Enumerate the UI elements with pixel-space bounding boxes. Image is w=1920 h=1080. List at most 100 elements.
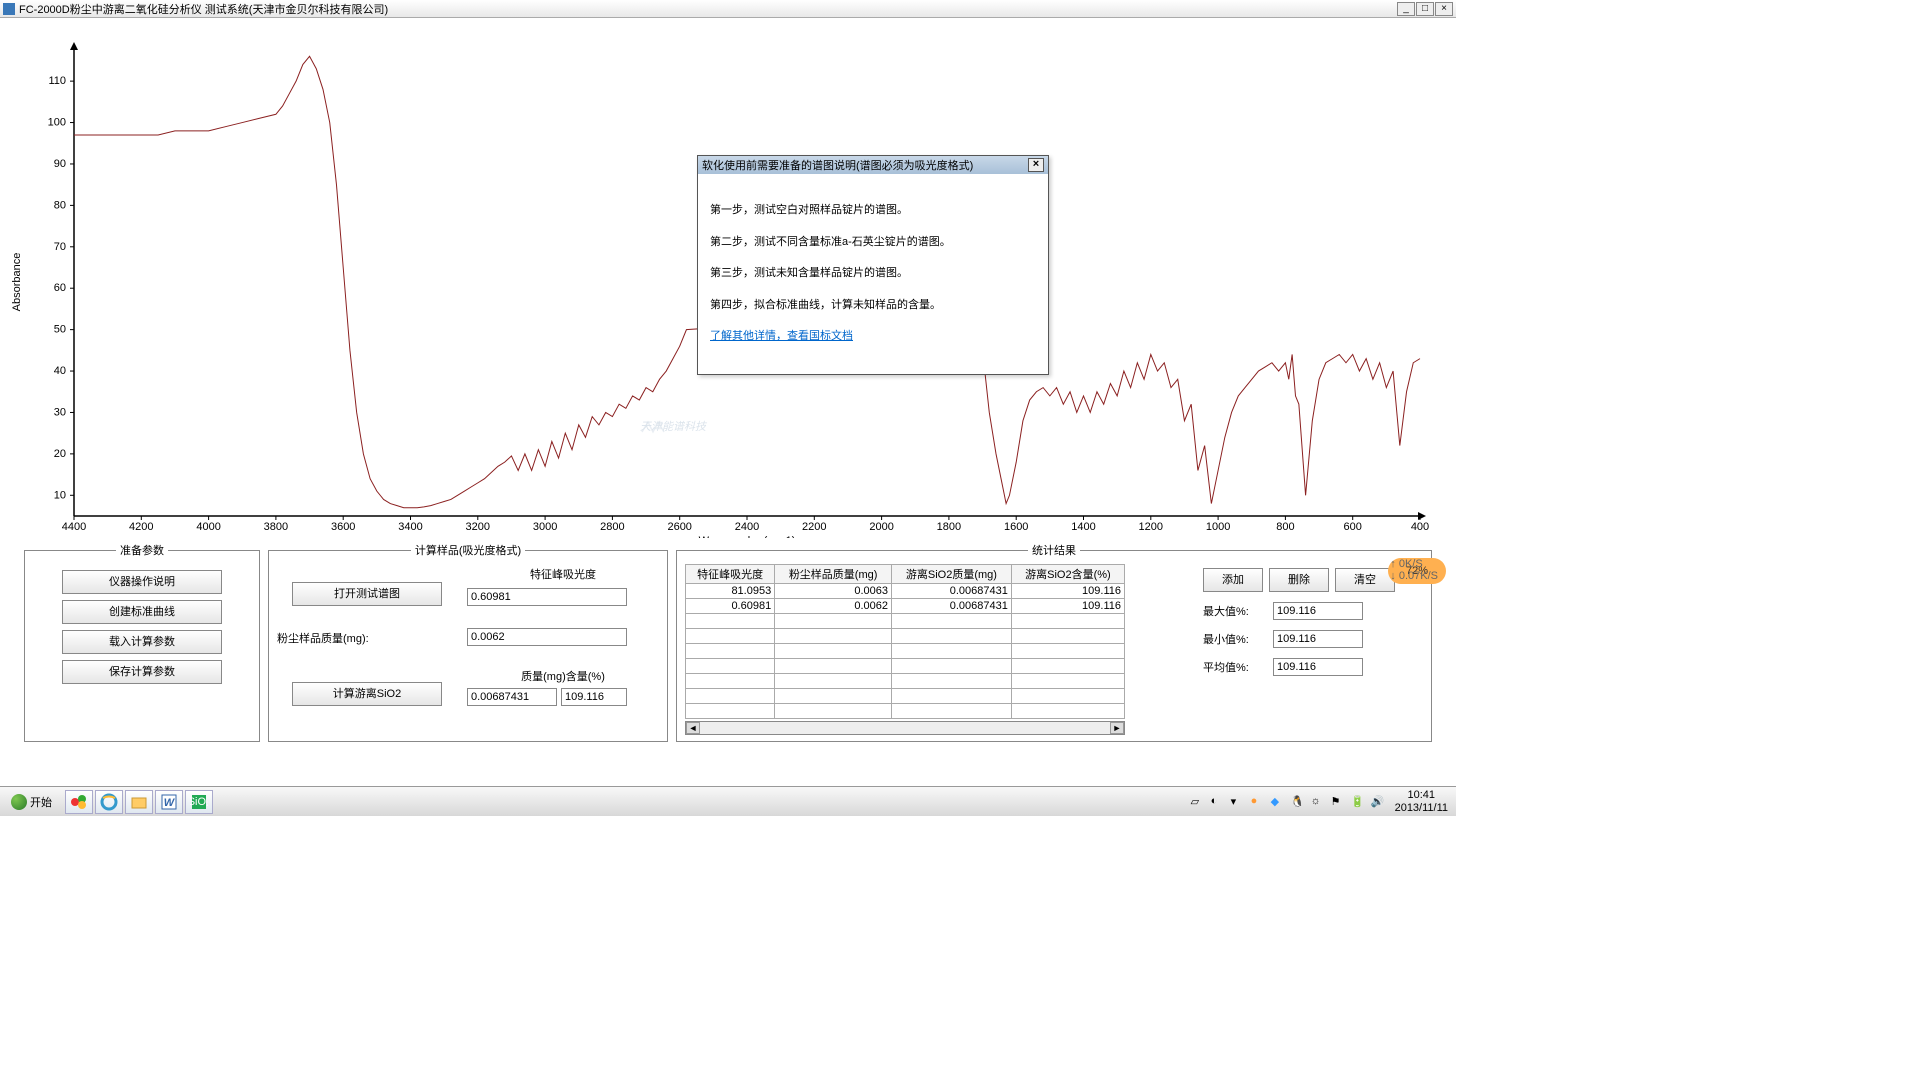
dust-mass-input[interactable]	[467, 628, 627, 646]
table-row[interactable]: 0.609810.00620.00687431109.116	[686, 599, 1125, 614]
dialog-close-button[interactable]: ×	[1028, 158, 1044, 172]
table-row[interactable]: 81.09530.00630.00687431109.116	[686, 584, 1125, 599]
step-1: 第一步，测试空白对照样品锭片的谱图。	[710, 202, 1036, 220]
window-controls: _ □ ×	[1397, 2, 1453, 16]
svg-text:10: 10	[54, 489, 66, 501]
close-button[interactable]: ×	[1435, 2, 1453, 16]
svg-text:110: 110	[48, 75, 66, 87]
svg-text:2200: 2200	[802, 521, 826, 533]
table-row[interactable]	[686, 644, 1125, 659]
tray-icon[interactable]: 🐧	[1291, 795, 1305, 809]
tray-icon[interactable]: ●	[1251, 795, 1265, 809]
table-row[interactable]	[686, 659, 1125, 674]
start-button[interactable]: 开始	[4, 791, 59, 813]
add-button[interactable]: 添加	[1203, 568, 1263, 592]
tray-icon[interactable]: ◐	[1211, 795, 1225, 809]
system-tray: ▱ ◐ ▾ ● ◆ 🐧 ☼ ⚑ 🔋 🔊 10:412013/11/11	[1191, 789, 1452, 813]
network-speed: ↑ 0K/S↓ 0.07K/S	[1390, 558, 1438, 582]
svg-text:4400: 4400	[62, 521, 86, 533]
tray-volume-icon[interactable]: 🔊	[1371, 795, 1385, 809]
svg-text:80: 80	[54, 199, 66, 211]
dialog-titlebar[interactable]: 软化使用前需要准备的谱图说明(谱图必须为吸光度格式) ×	[698, 156, 1048, 174]
results-table: 特征峰吸光度粉尘样品质量(mg)游离SiO2质量(mg)游离SiO2含量(%) …	[685, 564, 1125, 719]
svg-text:40: 40	[54, 365, 66, 377]
svg-text:50: 50	[54, 324, 66, 336]
window-title: FC-2000D粉尘中游离二氧化硅分析仪 测试系统(天津市金贝尔科技有限公司)	[19, 1, 1397, 17]
taskbar-word[interactable]: W	[155, 790, 183, 814]
table-header: 游离SiO2质量(mg)	[892, 565, 1012, 584]
svg-text:SiO₂: SiO₂	[190, 796, 208, 808]
result-mass-input[interactable]	[467, 688, 557, 706]
tray-icon[interactable]: ◆	[1271, 795, 1285, 809]
maximize-button[interactable]: □	[1416, 2, 1434, 16]
start-orb-icon	[11, 794, 27, 810]
svg-text:2000: 2000	[869, 521, 893, 533]
calc-sio2-button[interactable]: 计算游离SiO2	[292, 682, 442, 706]
max-label: 最大值%:	[1203, 603, 1273, 619]
svg-text:1200: 1200	[1139, 521, 1163, 533]
open-spectrum-button[interactable]: 打开测试谱图	[292, 582, 442, 606]
step-3: 第三步，测试未知含量样品锭片的谱图。	[710, 265, 1036, 283]
instructions-dialog: 软化使用前需要准备的谱图说明(谱图必须为吸光度格式) × 第一步，测试空白对照样…	[697, 155, 1049, 375]
tray-icon[interactable]: ▾	[1231, 795, 1245, 809]
taskbar-app-5[interactable]: SiO₂	[185, 790, 213, 814]
svg-text:1600: 1600	[1004, 521, 1028, 533]
svg-text:4000: 4000	[196, 521, 220, 533]
prepare-legend: 准备参数	[116, 542, 168, 558]
instrument-manual-button[interactable]: 仪器操作说明	[62, 570, 222, 594]
svg-text:Wavenumber(cm-1): Wavenumber(cm-1)	[699, 535, 796, 538]
table-row[interactable]	[686, 629, 1125, 644]
svg-text:W: W	[164, 797, 176, 809]
tray-icon[interactable]: ▱	[1191, 795, 1205, 809]
calculate-legend: 计算样品(吸光度格式)	[411, 542, 525, 558]
svg-text:3600: 3600	[331, 521, 355, 533]
taskbar-clock[interactable]: 10:412013/11/11	[1391, 789, 1452, 813]
clear-button[interactable]: 清空	[1335, 568, 1395, 592]
table-row[interactable]	[686, 674, 1125, 689]
table-header: 粉尘样品质量(mg)	[775, 565, 892, 584]
svg-text:2600: 2600	[667, 521, 691, 533]
result-content-input[interactable]	[561, 688, 627, 706]
tray-icon[interactable]: ☼	[1311, 795, 1325, 809]
step-2: 第二步，测试不同含量标准a-石英尘锭片的谱图。	[710, 234, 1036, 252]
table-scrollbar[interactable]: ◄►	[685, 721, 1125, 735]
create-std-curve-button[interactable]: 创建标准曲线	[62, 600, 222, 624]
dialog-link[interactable]: 了解其他详情，查看国标文档	[710, 330, 853, 342]
mass-content-label: 质量(mg)含量(%)	[467, 668, 659, 684]
taskbar: 开始 W SiO₂ ▱ ◐ ▾ ● ◆ 🐧 ☼ ⚑ 🔋 🔊 10:412013/…	[0, 786, 1456, 816]
table-row[interactable]	[686, 614, 1125, 629]
save-calc-params-button[interactable]: 保存计算参数	[62, 660, 222, 684]
prepare-panel: 准备参数 仪器操作说明 创建标准曲线 载入计算参数 保存计算参数	[24, 542, 260, 742]
avg-value[interactable]	[1273, 658, 1363, 676]
svg-text:2800: 2800	[600, 521, 624, 533]
table-row[interactable]	[686, 704, 1125, 719]
svg-text:800: 800	[1276, 521, 1294, 533]
svg-text:20: 20	[54, 448, 66, 460]
svg-text:3200: 3200	[466, 521, 490, 533]
svg-text:Absorbance: Absorbance	[11, 253, 23, 312]
taskbar-app-1[interactable]	[65, 790, 93, 814]
svg-text:4200: 4200	[129, 521, 153, 533]
svg-text:3800: 3800	[264, 521, 288, 533]
taskbar-explorer[interactable]	[125, 790, 153, 814]
tray-icon[interactable]: 🔋	[1351, 795, 1365, 809]
dust-mass-label: 粉尘样品质量(mg):	[277, 630, 457, 646]
minimize-button[interactable]: _	[1397, 2, 1415, 16]
avg-label: 平均值%:	[1203, 659, 1273, 675]
max-value[interactable]	[1273, 602, 1363, 620]
svg-text:30: 30	[54, 406, 66, 418]
svg-text:3400: 3400	[398, 521, 422, 533]
svg-text:1800: 1800	[937, 521, 961, 533]
min-value[interactable]	[1273, 630, 1363, 648]
delete-button[interactable]: 删除	[1269, 568, 1329, 592]
svg-text:400: 400	[1411, 521, 1429, 533]
peak-abs-input[interactable]	[467, 588, 627, 606]
load-calc-params-button[interactable]: 载入计算参数	[62, 630, 222, 654]
table-header: 游离SiO2含量(%)	[1011, 565, 1124, 584]
table-row[interactable]	[686, 689, 1125, 704]
peak-abs-label: 特征峰吸光度	[467, 566, 659, 582]
svg-text:90: 90	[54, 158, 66, 170]
taskbar-ie[interactable]	[95, 790, 123, 814]
svg-text:2400: 2400	[735, 521, 759, 533]
tray-icon[interactable]: ⚑	[1331, 795, 1345, 809]
